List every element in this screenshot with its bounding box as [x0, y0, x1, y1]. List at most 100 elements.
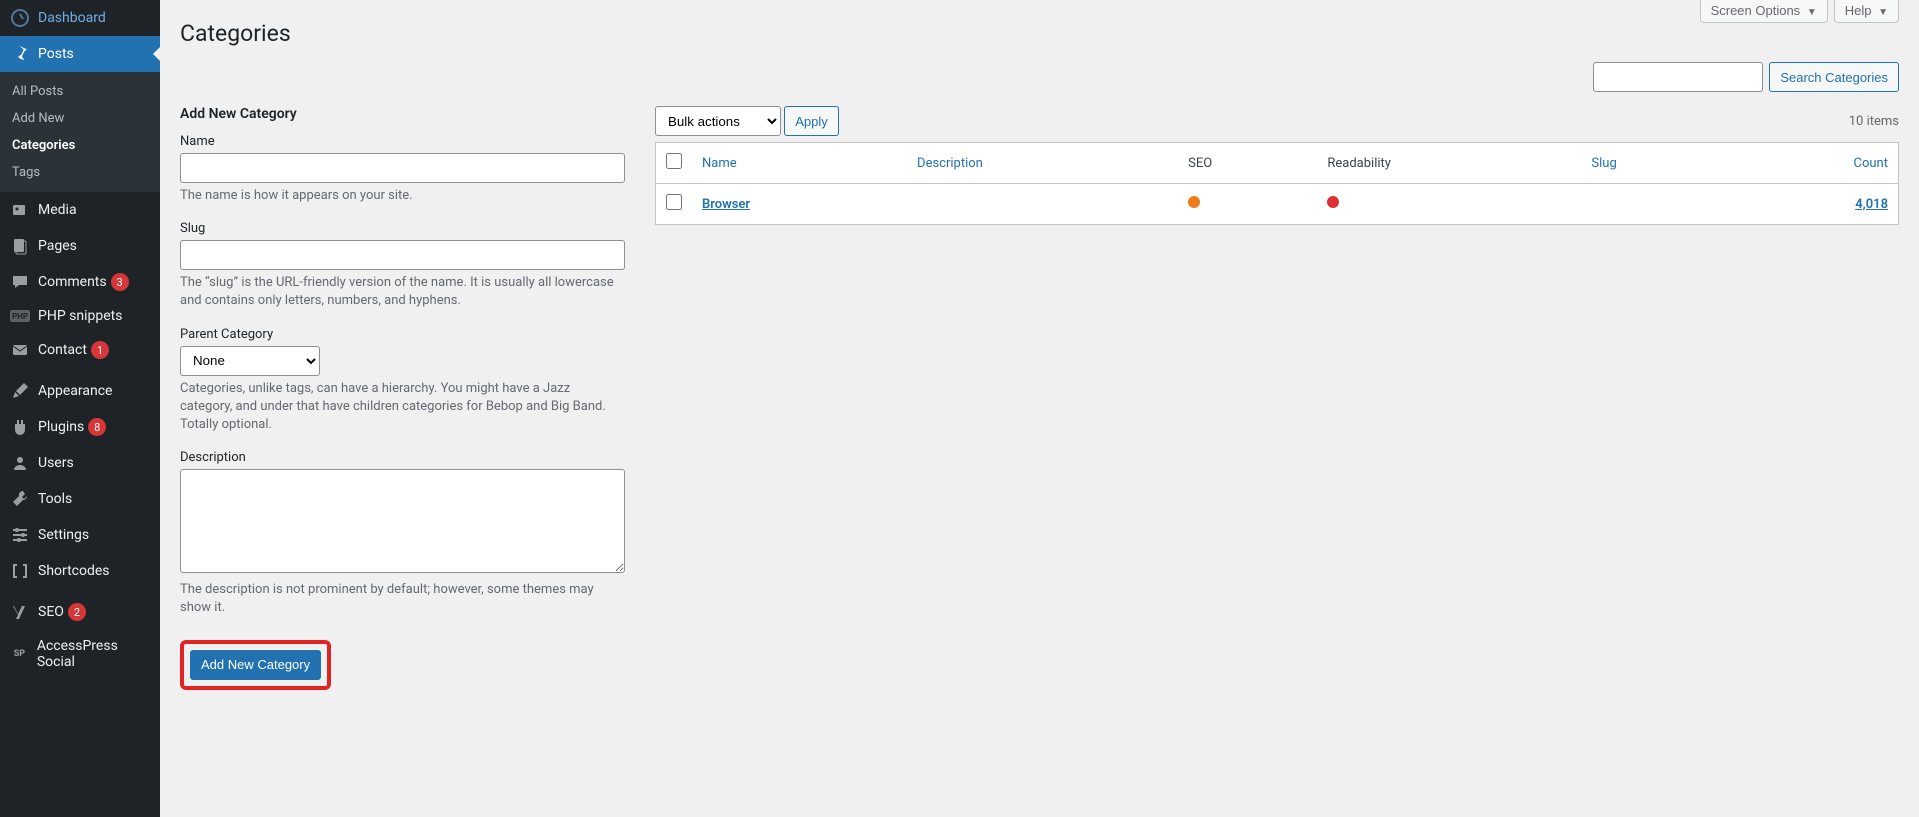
field-parent: Parent Category None Categories, unlike … — [180, 327, 625, 435]
menu-plugins[interactable]: Plugins 8 — [0, 409, 160, 445]
help-label: Help — [1845, 3, 1872, 18]
col-slug-label: Slug — [1591, 156, 1616, 171]
contact-badge: 1 — [91, 341, 109, 359]
bulk-actions: Bulk actions Apply — [655, 106, 839, 136]
tablenav-top: Bulk actions Apply 10 items — [655, 106, 1899, 136]
screen-options-button[interactable]: Screen Options ▼ — [1700, 0, 1828, 23]
row-count-link[interactable]: 4,018 — [1855, 197, 1888, 212]
col-count-label: Count — [1854, 156, 1888, 171]
menu-label: Appearance — [38, 383, 112, 399]
menu-dashboard[interactable]: Dashboard — [0, 0, 160, 36]
menu-label: Settings — [38, 527, 89, 543]
col-description-label: Description — [917, 156, 983, 171]
menu-label: Users — [38, 455, 74, 471]
menu-label: AccessPress Social — [37, 638, 152, 670]
slug-input[interactable] — [180, 240, 625, 270]
row-checkbox[interactable] — [666, 194, 682, 210]
readability-dot-icon — [1327, 196, 1339, 208]
pin-icon — [10, 44, 30, 64]
menu-php-snippets[interactable]: PHP PHP snippets — [0, 300, 160, 332]
screen-meta-links: Screen Options ▼ Help ▼ — [1700, 0, 1899, 23]
media-icon — [10, 200, 30, 220]
form-title: Add New Category — [180, 106, 625, 122]
menu-tools[interactable]: Tools — [0, 481, 160, 517]
parent-select[interactable]: None — [180, 346, 320, 376]
pages-icon — [10, 236, 30, 256]
plug-icon — [10, 417, 30, 437]
menu-users[interactable]: Users — [0, 445, 160, 481]
add-category-form: Add New Category Name The name is how it… — [180, 106, 625, 690]
parent-help: Categories, unlike tags, can have a hier… — [180, 380, 625, 435]
description-help: The description is not prominent by defa… — [180, 581, 625, 617]
bulk-apply-button[interactable]: Apply — [784, 106, 839, 136]
mail-icon — [10, 340, 30, 360]
menu-seo[interactable]: SEO 2 — [0, 594, 160, 630]
screen-options-label: Screen Options — [1711, 3, 1801, 18]
bulk-actions-select[interactable]: Bulk actions — [655, 106, 781, 136]
search-categories-input[interactable] — [1593, 62, 1763, 92]
menu-label: Pages — [38, 238, 77, 254]
menu-media[interactable]: Media — [0, 192, 160, 228]
help-button[interactable]: Help ▼ — [1834, 0, 1899, 23]
add-category-submit-button[interactable]: Add New Category — [190, 650, 321, 680]
field-slug: Slug The “slug” is the URL-friendly vers… — [180, 221, 625, 310]
submenu-all-posts[interactable]: All Posts — [0, 78, 160, 105]
row-slug — [1581, 184, 1724, 225]
col-check — [656, 143, 693, 184]
menu-label: Posts — [38, 46, 74, 62]
menu-accesspress[interactable]: SP AccessPress Social — [0, 630, 160, 678]
plugins-badge: 8 — [88, 418, 106, 436]
col-description[interactable]: Description — [907, 143, 1178, 184]
items-count: 10 items — [1849, 114, 1899, 129]
submenu-categories[interactable]: Categories — [0, 132, 160, 159]
chevron-down-icon: ▼ — [1807, 7, 1817, 18]
comments-icon — [10, 272, 30, 292]
menu-label: Tools — [38, 491, 72, 507]
highlight-annotation: Add New Category — [180, 640, 331, 690]
posts-submenu: All Posts Add New Categories Tags — [0, 72, 160, 192]
search-categories-button[interactable]: Search Categories — [1769, 62, 1899, 92]
slug-help: The “slug” is the URL-friendly version o… — [180, 274, 625, 310]
yoast-icon — [10, 602, 30, 622]
select-all-checkbox[interactable] — [666, 153, 682, 169]
sp-icon: SP — [10, 644, 29, 664]
menu-appearance[interactable]: Appearance — [0, 373, 160, 409]
field-description: Description The description is not promi… — [180, 450, 625, 617]
menu-posts[interactable]: Posts — [0, 36, 160, 72]
description-textarea[interactable] — [180, 469, 625, 573]
col-readability: Readability — [1317, 143, 1581, 184]
slug-label: Slug — [180, 221, 625, 236]
menu-shortcodes[interactable]: Shortcodes — [0, 553, 160, 589]
menu-label: Dashboard — [38, 10, 106, 26]
name-help: The name is how it appears on your site. — [180, 187, 625, 205]
menu-label: Shortcodes — [38, 563, 110, 579]
main-content: Screen Options ▼ Help ▼ Categories Searc… — [160, 0, 1919, 817]
comments-badge: 3 — [111, 273, 129, 291]
sliders-icon — [10, 525, 30, 545]
parent-label: Parent Category — [180, 327, 625, 342]
table-row: Browser 4,018 — [656, 184, 1899, 225]
categories-table: Name Description SEO Readability Slug Co… — [655, 142, 1899, 225]
dashboard-icon — [10, 8, 30, 28]
name-input[interactable] — [180, 153, 625, 183]
col-count[interactable]: Count — [1725, 143, 1899, 184]
submenu-tags[interactable]: Tags — [0, 159, 160, 186]
row-name-link[interactable]: Browser — [702, 197, 750, 212]
field-name: Name The name is how it appears on your … — [180, 134, 625, 205]
menu-comments[interactable]: Comments 3 — [0, 264, 160, 300]
menu-contact[interactable]: Contact 1 — [0, 332, 160, 368]
menu-label: Contact — [38, 342, 87, 358]
php-icon: PHP — [10, 310, 30, 322]
name-label: Name — [180, 134, 625, 149]
row-readability — [1317, 184, 1581, 225]
brush-icon — [10, 381, 30, 401]
brackets-icon — [10, 561, 30, 581]
seo-badge: 2 — [68, 603, 86, 621]
col-slug[interactable]: Slug — [1581, 143, 1724, 184]
menu-settings[interactable]: Settings — [0, 517, 160, 553]
submenu-add-new[interactable]: Add New — [0, 105, 160, 132]
page-title: Categories — [180, 0, 1899, 62]
row-description — [907, 184, 1178, 225]
menu-pages[interactable]: Pages — [0, 228, 160, 264]
col-name[interactable]: Name — [692, 143, 907, 184]
